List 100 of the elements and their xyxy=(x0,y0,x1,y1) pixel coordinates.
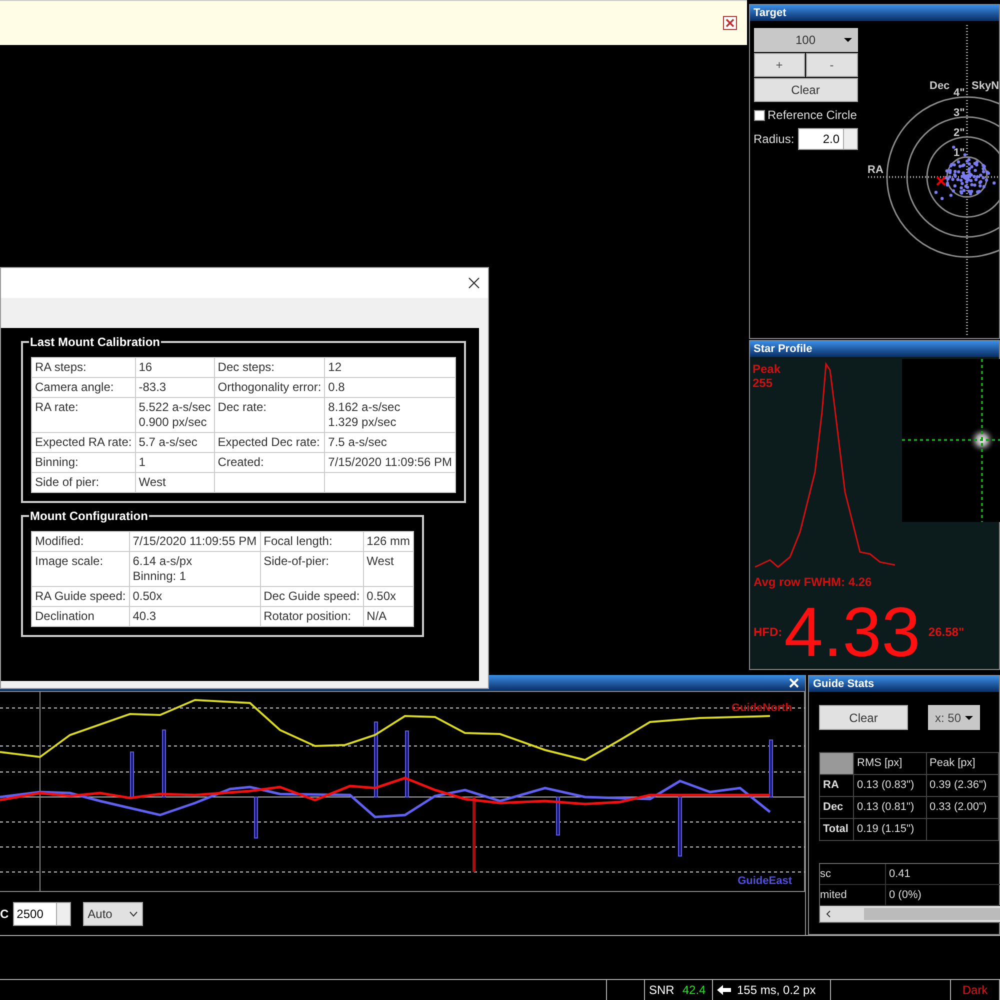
clear-button[interactable]: Clear xyxy=(754,78,858,102)
field-value: 40.3 xyxy=(132,609,156,623)
table-cell: 0.19 (1.15") xyxy=(857,823,914,836)
field-label: RA Guide speed: xyxy=(35,589,126,603)
checkbox-label: Reference Circle xyxy=(768,107,857,124)
field-value: 7.5 a-s/sec xyxy=(328,435,387,449)
mode-dropdown[interactable]: Auto xyxy=(82,902,143,926)
correction-bar xyxy=(678,796,682,856)
snr-label: SNR xyxy=(649,982,674,999)
field-label: Side of pier: xyxy=(35,475,100,489)
scale-label: C xyxy=(0,906,9,923)
panel-title: Target xyxy=(750,5,999,21)
column-header: Peak [px] xyxy=(930,757,976,770)
zoom-step-button[interactable]: - xyxy=(806,53,858,77)
table-cell: sc xyxy=(820,864,886,884)
column-header: RMS [px] xyxy=(857,757,902,770)
field-value: West xyxy=(138,475,166,489)
peak-value: 255 xyxy=(752,376,774,390)
row-header: Dec xyxy=(823,801,844,814)
field-value: 0.50x xyxy=(132,589,162,603)
radius-field[interactable]: 2.0 xyxy=(798,128,858,150)
field-value: N/A xyxy=(366,609,387,623)
field-value: 6.14 a-s/px Binning: 1 xyxy=(132,554,192,583)
field-value: 16 xyxy=(138,360,152,374)
field-label: Focal length: xyxy=(264,534,332,548)
group-title: Mount Configuration xyxy=(29,508,149,524)
hfd-value: 4.33 xyxy=(784,596,920,666)
close-icon[interactable] xyxy=(722,16,736,30)
spinner-icon xyxy=(842,129,856,149)
field-value: 0.50x xyxy=(366,589,396,603)
ring-label: 4" xyxy=(954,86,965,101)
clear-button[interactable]: Clear xyxy=(819,705,908,730)
table-cell-text: 0.41 xyxy=(888,867,910,882)
field-value: 8.162 a-s/sec 1.329 px/sec xyxy=(328,400,400,429)
field-label: Dec steps: xyxy=(218,360,274,374)
panel-title: Guide Stats xyxy=(809,676,999,692)
field-label: Binning: xyxy=(35,455,78,469)
table-cell: mited xyxy=(820,885,886,905)
field-value: 126 mm xyxy=(366,534,410,548)
panel-title: Star Profile xyxy=(750,340,999,356)
field-value: 7/15/2020 11:09:55 PM xyxy=(132,534,257,548)
correction-bar xyxy=(130,752,134,798)
field-label: Dec Guide speed: xyxy=(264,589,360,603)
field-label: Side-of-pier: xyxy=(264,554,329,568)
zoom-step-button[interactable]: + xyxy=(754,53,805,77)
hfd-arcsec: 26.58" xyxy=(928,624,964,640)
field-label: RA rate: xyxy=(35,400,78,414)
field-label: RA steps: xyxy=(35,360,86,374)
field-label: Rotator position: xyxy=(264,609,351,623)
peak-label: Peak xyxy=(752,362,781,376)
row-header: RA xyxy=(823,779,839,792)
field-label: Expected Dec rate: xyxy=(218,435,320,449)
table-cell: 0.33 (2.00") xyxy=(930,801,987,814)
chevron-icon xyxy=(128,911,138,917)
field-value: -83.3 xyxy=(138,380,166,394)
range-dropdown[interactable]: x: 50 xyxy=(928,705,980,730)
ring-label: 1" xyxy=(954,146,965,161)
field-label: Orthogonality error: xyxy=(218,380,322,394)
legend-label: GuideNorth xyxy=(732,701,792,716)
table-cell-text: 0 (0%) xyxy=(888,888,922,903)
field-label: Expected RA rate: xyxy=(35,435,132,449)
field-value: 12 xyxy=(328,360,342,374)
zoom-dropdown[interactable]: 100 xyxy=(754,28,858,52)
field-label: Modified: xyxy=(35,534,84,548)
axis-label: Dec xyxy=(930,79,950,94)
field-label: Camera angle: xyxy=(35,380,114,394)
axis-label: SkyN xyxy=(972,79,1000,94)
correction-bar xyxy=(254,796,258,838)
table-cell: 0.13 (0.81") xyxy=(857,801,914,814)
guide-reading: 155 ms, 0.2 px xyxy=(737,982,816,999)
ring-label: 3" xyxy=(954,106,965,121)
table-cell: 0.13 (0.83") xyxy=(857,779,914,792)
dark-indicator: Dark xyxy=(962,982,988,999)
radius-label: Radius: xyxy=(754,131,794,148)
table-cell: 0.39 (2.36") xyxy=(930,779,987,792)
checkbox[interactable] xyxy=(754,110,764,120)
field-value: West xyxy=(366,554,394,568)
correction-bar xyxy=(556,796,560,836)
fwhm-reading: Avg row FWHM: 4.26 xyxy=(754,574,872,590)
field-value: 1 xyxy=(138,455,146,469)
field-label: Declination xyxy=(35,609,94,623)
snr-value: 42.4 xyxy=(682,982,706,999)
hfd-label: HFD: xyxy=(754,624,782,640)
field-label: Created: xyxy=(218,455,264,469)
caret-icon xyxy=(965,716,973,720)
correction-bar xyxy=(769,740,773,798)
row-header: Total xyxy=(823,823,848,836)
ring-label: 2" xyxy=(954,126,965,141)
correction-bar xyxy=(405,730,409,798)
spinner-icon xyxy=(56,903,70,925)
field-value: 7/15/2020 11:09:56 PM xyxy=(328,455,452,469)
correction-bar xyxy=(162,730,166,798)
axis-label: RA xyxy=(868,163,884,178)
close-icon[interactable] xyxy=(468,277,480,289)
legend-label: GuideEast xyxy=(738,874,792,888)
field-label: Dec rate: xyxy=(218,400,266,414)
scrollbar-thumb[interactable] xyxy=(864,908,1000,920)
field-label: Image scale: xyxy=(35,554,104,568)
caret-icon xyxy=(844,38,852,42)
scale-field[interactable]: 2500 xyxy=(12,902,71,926)
